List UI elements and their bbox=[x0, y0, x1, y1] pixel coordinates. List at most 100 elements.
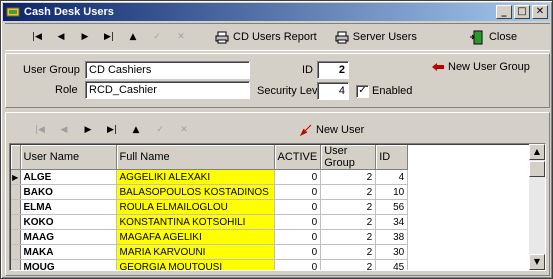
column-header-id[interactable]: ID bbox=[375, 145, 409, 170]
full-name-cell[interactable]: MARIA KARVOUNI bbox=[116, 244, 275, 260]
scroll-thumb[interactable] bbox=[529, 161, 545, 177]
table-row[interactable]: MOUG GEORGIA MOUTOUSI 0 2 45 bbox=[11, 259, 409, 270]
column-header-active[interactable]: ACTIVE bbox=[274, 145, 322, 170]
full-name-cell[interactable]: BALASOPOULOS KOSTADINOS bbox=[116, 184, 275, 200]
current-row-indicator-icon: ▶ bbox=[11, 169, 21, 185]
full-name-cell[interactable]: GEORGIA MOUTOUSI bbox=[116, 259, 275, 270]
users-table[interactable]: User Name Full Name ACTIVE User Group ID… bbox=[9, 143, 546, 271]
id-cell[interactable]: 4 bbox=[375, 169, 409, 185]
cancel-record-icon[interactable]: ✕ bbox=[169, 26, 193, 48]
user-name-cell[interactable]: ALGE bbox=[20, 169, 117, 185]
active-cell[interactable]: 0 bbox=[274, 229, 322, 245]
security-level-field[interactable]: 4 bbox=[317, 82, 349, 100]
table-row[interactable]: ELMA ROULA ELMAILOGLOU 0 2 56 bbox=[11, 199, 409, 215]
table-row[interactable]: ▶ ALGE AGGELIKI ALEXAKI 0 2 4 bbox=[11, 169, 409, 185]
user-group-label: User Group bbox=[23, 64, 80, 76]
insert-record-icon[interactable]: ▲ bbox=[121, 26, 145, 48]
close-window-button[interactable]: ✕ bbox=[532, 5, 548, 19]
row-indicator bbox=[11, 244, 21, 260]
full-name-cell[interactable]: KONSTANTINA KOTSOHILI bbox=[116, 214, 275, 230]
close-button[interactable]: Close bbox=[465, 26, 521, 48]
enabled-checkbox[interactable]: ✓ bbox=[356, 85, 369, 98]
active-cell[interactable]: 0 bbox=[274, 199, 322, 215]
user-name-cell[interactable]: BAKO bbox=[20, 184, 117, 200]
post-record-icon[interactable]: ✓ bbox=[145, 26, 169, 48]
post-record-icon[interactable]: ✓ bbox=[148, 119, 172, 141]
id-cell[interactable]: 30 bbox=[375, 244, 409, 260]
scroll-up-icon[interactable]: ▲ bbox=[529, 144, 545, 160]
row-indicator bbox=[11, 259, 21, 270]
cash-desk-users-window: Cash Desk Users _ □ ✕ |◀ ◀ ▶ ▶| ▲ ✓ ✕ CD… bbox=[0, 0, 553, 279]
user-group-cell[interactable]: 2 bbox=[320, 184, 377, 200]
vertical-scrollbar[interactable]: ▲ ▼ bbox=[529, 144, 545, 270]
user-group-cell[interactable]: 2 bbox=[320, 229, 377, 245]
minimize-button[interactable]: _ bbox=[496, 5, 512, 19]
user-name-cell[interactable]: ELMA bbox=[20, 199, 117, 215]
maximize-button[interactable]: □ bbox=[514, 5, 530, 19]
active-cell[interactable]: 0 bbox=[274, 259, 322, 270]
cancel-record-icon[interactable]: ✕ bbox=[172, 119, 196, 141]
row-indicator bbox=[11, 229, 21, 245]
last-record-icon[interactable]: ▶| bbox=[97, 26, 121, 48]
grid-toolbar: |◀ ◀ ▶ ▶| ▲ ✓ ✕ New User bbox=[10, 117, 545, 143]
row-indicator bbox=[11, 214, 21, 230]
cd-users-report-label: CD Users Report bbox=[233, 31, 317, 43]
id-field[interactable]: 2 bbox=[317, 61, 349, 79]
next-record-icon[interactable]: ▶ bbox=[76, 119, 100, 141]
new-user-button[interactable]: New User bbox=[296, 119, 368, 141]
table-row[interactable]: MAKA MARIA KARVOUNI 0 2 30 bbox=[11, 244, 409, 260]
user-group-cell[interactable]: 2 bbox=[320, 169, 377, 185]
printer-icon bbox=[215, 31, 229, 43]
title-bar[interactable]: Cash Desk Users _ □ ✕ bbox=[3, 3, 550, 21]
full-name-cell[interactable]: MAGAFA AGELIKI bbox=[116, 229, 275, 245]
users-grid-panel: |◀ ◀ ▶ ▶| ▲ ✓ ✕ New User User Name Full … bbox=[5, 112, 550, 276]
last-record-icon[interactable]: ▶| bbox=[100, 119, 124, 141]
active-cell[interactable]: 0 bbox=[274, 169, 322, 185]
user-group-cell[interactable]: 2 bbox=[320, 244, 377, 260]
column-header-full-name[interactable]: Full Name bbox=[116, 145, 275, 170]
id-cell[interactable]: 38 bbox=[375, 229, 409, 245]
active-cell[interactable]: 0 bbox=[274, 214, 322, 230]
active-cell[interactable]: 0 bbox=[274, 184, 322, 200]
printer-icon bbox=[335, 31, 349, 43]
user-name-cell[interactable]: MOUG bbox=[20, 259, 117, 270]
user-group-cell[interactable]: 2 bbox=[320, 199, 377, 215]
column-header-user-group[interactable]: User Group bbox=[320, 145, 377, 170]
id-cell[interactable]: 45 bbox=[375, 259, 409, 270]
table-row[interactable]: BAKO BALASOPOULOS KOSTADINOS 0 2 10 bbox=[11, 184, 409, 200]
table-row[interactable]: MAAG MAGAFA AGELIKI 0 2 38 bbox=[11, 229, 409, 245]
user-group-cell[interactable]: 2 bbox=[320, 259, 377, 270]
full-name-cell[interactable]: AGGELIKI ALEXAKI bbox=[116, 169, 275, 185]
id-cell[interactable]: 56 bbox=[375, 199, 409, 215]
id-cell[interactable]: 34 bbox=[375, 214, 409, 230]
prior-record-icon[interactable]: ◀ bbox=[49, 26, 73, 48]
first-record-icon[interactable]: |◀ bbox=[28, 119, 52, 141]
active-cell[interactable]: 0 bbox=[274, 244, 322, 260]
first-record-icon[interactable]: |◀ bbox=[25, 26, 49, 48]
server-users-button[interactable]: Server Users bbox=[331, 26, 421, 48]
user-name-cell[interactable]: MAAG bbox=[20, 229, 117, 245]
user-group-form: User Group CD Cashiers Role RCD_Cashier … bbox=[5, 53, 550, 108]
user-name-cell[interactable]: KOKO bbox=[20, 214, 117, 230]
role-label: Role bbox=[55, 84, 78, 96]
full-name-cell[interactable]: ROULA ELMAILOGLOU bbox=[116, 199, 275, 215]
cd-users-report-button[interactable]: CD Users Report bbox=[211, 26, 321, 48]
enabled-label: Enabled bbox=[372, 85, 413, 97]
new-user-group-button[interactable]: New User Group bbox=[431, 61, 530, 73]
scroll-down-icon[interactable]: ▼ bbox=[529, 254, 545, 270]
user-group-cell[interactable]: 2 bbox=[320, 214, 377, 230]
window-title: Cash Desk Users bbox=[24, 6, 114, 18]
table-row[interactable]: KOKO KONSTANTINA KOTSOHILI 0 2 34 bbox=[11, 214, 409, 230]
user-group-field[interactable]: CD Cashiers bbox=[85, 61, 250, 79]
id-cell[interactable]: 10 bbox=[375, 184, 409, 200]
next-record-icon[interactable]: ▶ bbox=[73, 26, 97, 48]
new-user-label: New User bbox=[316, 124, 365, 136]
insert-record-icon[interactable]: ▲ bbox=[124, 119, 148, 141]
close-label: Close bbox=[488, 31, 518, 43]
prior-record-icon[interactable]: ◀ bbox=[52, 119, 76, 141]
role-field[interactable]: RCD_Cashier bbox=[85, 81, 250, 99]
arrow-left-icon bbox=[432, 63, 444, 71]
arrow-down-left-icon bbox=[300, 124, 312, 136]
column-header-user-name[interactable]: User Name bbox=[20, 145, 117, 170]
user-name-cell[interactable]: MAKA bbox=[20, 244, 117, 260]
